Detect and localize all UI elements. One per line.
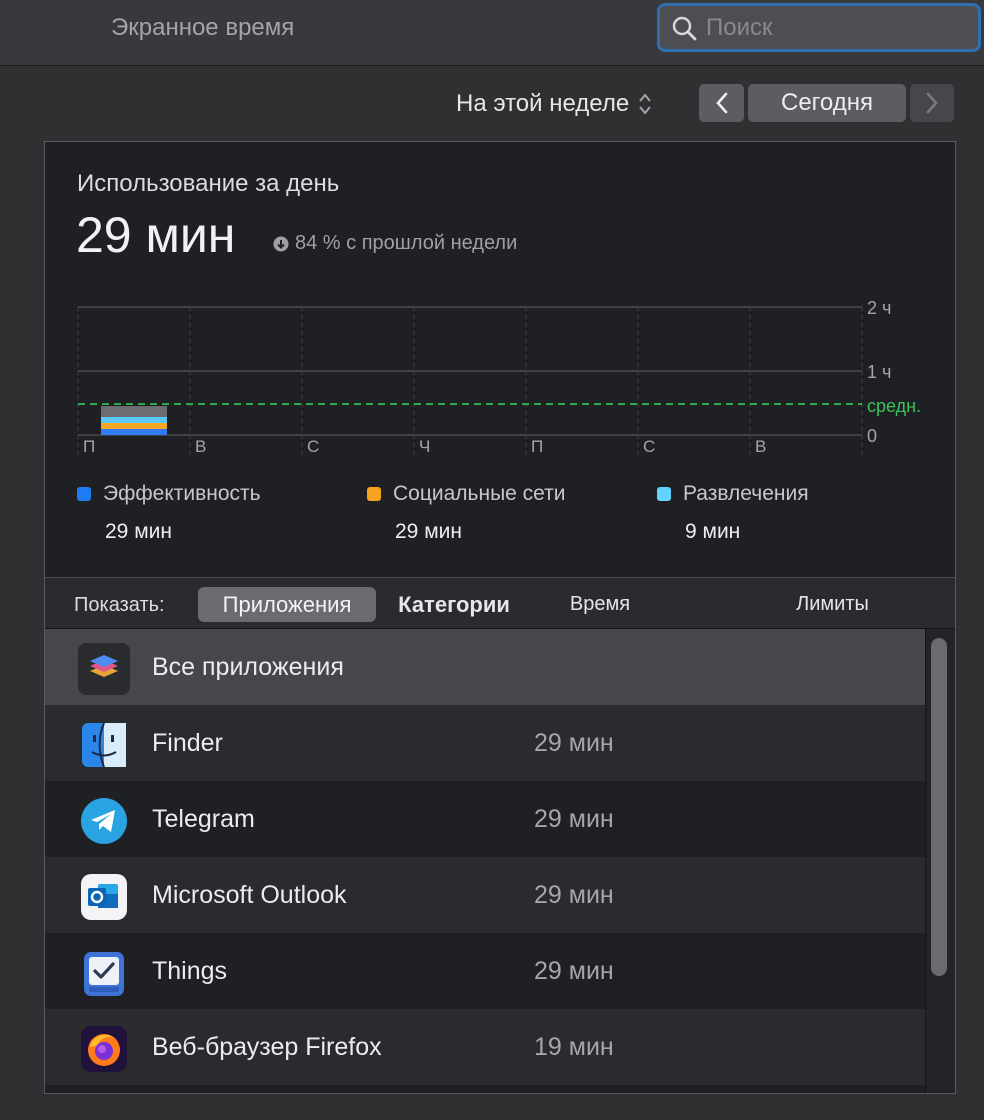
chevron-right-icon [926,92,938,114]
search-field[interactable] [657,3,981,52]
app-time: 29 мин [534,957,614,985]
x-tick-label: С [307,437,319,456]
list-item-firefox[interactable]: Веб-браузер Firefox 19 мин [45,1009,925,1085]
app-name: Веб-браузер Firefox [152,1033,382,1061]
y-tick-label: 0 [867,426,877,446]
search-input[interactable] [706,12,966,44]
x-tick-label: П [531,437,543,456]
x-tick-label: П [83,437,95,456]
app-name: Finder [152,729,223,757]
things-icon [84,952,124,996]
bar-segment-2 [101,417,167,423]
next-button[interactable] [910,84,954,122]
list-item-telegram[interactable]: Telegram 29 мин [45,781,925,857]
legend-label: Развлечения [683,482,809,505]
scrollbar-thumb[interactable] [931,638,947,976]
y-tick-label: 2 ч [867,298,891,318]
telegram-icon [81,798,127,844]
app-time: 29 мин [534,729,614,757]
average-label: средн. [867,396,921,416]
tab-apps[interactable]: Приложения [198,587,376,622]
previous-button[interactable] [699,84,744,122]
usage-total: 29 мин [76,207,236,263]
bar-segment-0 [101,429,167,435]
period-label: На этой неделе [456,90,630,117]
app-name: Microsoft Outlook [152,881,347,909]
usage-summary: Использование за день 29 мин 84 % с прош… [45,142,955,577]
legend-value: 9 мин [685,520,741,543]
outlook-icon [81,874,127,920]
usage-panel: Использование за день 29 мин 84 % с прош… [44,141,956,1094]
window-title: Экранное время [111,14,295,41]
usage-chart: 2 ч 1 ч 0 П В С Ч П С Всредн. [77,298,921,457]
legend-label: Эффективность [103,482,261,505]
bar-segment-1 [101,423,167,429]
app-time: 29 мин [534,881,614,909]
title-bar: Экранное время [0,0,984,66]
app-name: Все приложения [152,653,344,681]
legend-label: Социальные сети [393,482,566,505]
all-apps-icon [78,643,130,695]
legend-item-social: Социальные сети 29 мин [367,482,566,544]
tab-time[interactable]: Время [560,587,640,622]
arrow-down-circle-icon [273,236,289,251]
tab-categories[interactable]: Категории [390,587,518,622]
app-list: Все приложения Finder 29 мин Telegram 29… [45,629,925,1093]
today-button[interactable]: Сегодня [748,84,906,122]
list-item-outlook[interactable]: Microsoft Outlook 29 мин [45,857,925,933]
usage-title: Использование за день [77,170,340,197]
show-label: Показать: [74,594,165,616]
firefox-icon [81,1026,127,1072]
list-item-finder[interactable]: Finder 29 мин [45,705,925,781]
finder-icon [82,722,126,768]
app-name: Things [152,957,228,985]
trend-text: 84 % с прошлой недели [295,232,518,254]
x-tick-label: В [755,437,766,456]
list-item-things[interactable]: Things 29 мин [45,933,925,1009]
legend-swatch [367,487,381,501]
x-tick-label: С [643,437,655,456]
legend-swatch [77,487,91,501]
tab-limits[interactable]: Лимиты [785,587,880,622]
legend-item-productivity: Эффективность 29 мин [77,482,261,544]
app-time: 19 мин [534,1033,614,1061]
app-name: Telegram [152,805,255,833]
x-tick-label: Ч [419,437,430,456]
app-time: 29 мин [534,805,614,833]
list-item-all-apps[interactable]: Все приложения [45,629,925,705]
legend-value: 29 мин [105,520,172,543]
search-icon [672,16,697,41]
view-tabs: Показать: Приложения Категории Время Лим… [45,577,955,629]
legend-value: 29 мин [395,520,462,543]
trend-indicator: 84 % с прошлой недели [273,232,517,255]
up-down-chevron-icon [639,93,651,115]
x-tick-label: В [195,437,206,456]
period-selector[interactable]: На этой неделе [456,88,653,120]
chevron-left-icon [715,92,727,114]
y-tick-label: 1 ч [867,362,891,382]
legend-item-entertainment: Развлечения 9 мин [657,482,809,544]
legend-swatch [657,487,671,501]
